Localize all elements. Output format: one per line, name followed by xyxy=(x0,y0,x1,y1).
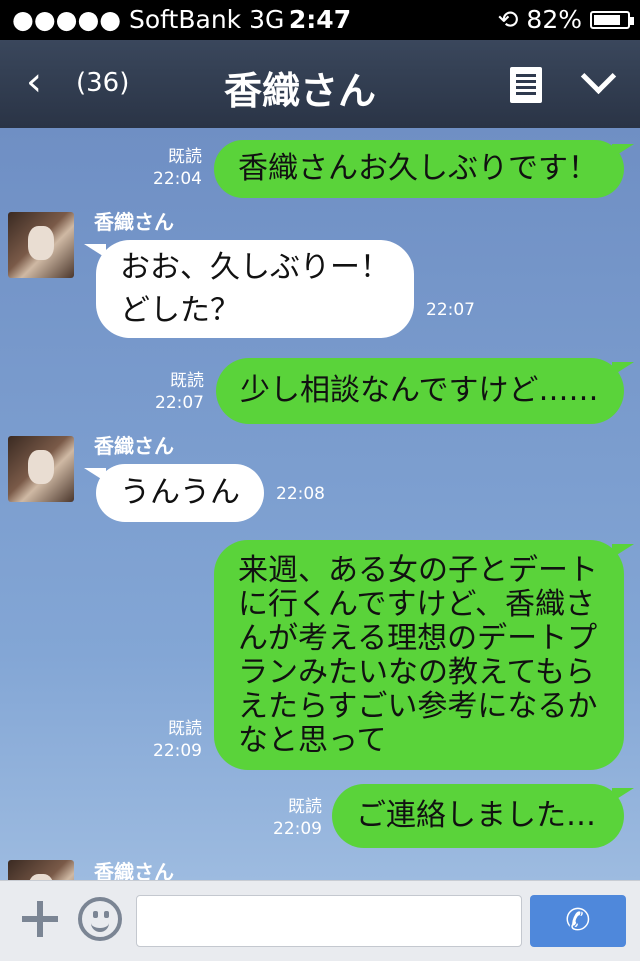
message-bubble-sent[interactable]: 少し相談なんですけど…… xyxy=(216,358,624,424)
notes-menu-button[interactable] xyxy=(510,67,542,103)
bubble-tail xyxy=(612,144,634,158)
message-bubble-received[interactable]: おお、久しぶりー！ どした？ xyxy=(96,240,414,338)
message-bubble-sent[interactable]: 来週、ある女の子とデート に行くんですけど、香織さ んが考える理想のデートプ ラ… xyxy=(214,540,624,770)
read-receipt: 既読 22:09 xyxy=(273,797,322,839)
bubble-tail xyxy=(612,544,634,558)
rotation-lock-icon: ⟲ xyxy=(497,5,519,34)
avatar[interactable] xyxy=(8,860,74,880)
message-time: 22:07 xyxy=(426,300,475,320)
message-input-bar: ✆ xyxy=(0,880,640,961)
message-input[interactable] xyxy=(136,895,522,947)
bubble-tail xyxy=(612,362,634,376)
message-bubble-received[interactable]: うんうん xyxy=(96,464,264,522)
chat-header: ‹ (36) 香織さん xyxy=(0,40,640,128)
smiley-icon[interactable] xyxy=(78,897,122,941)
read-receipt: 既読 22:09 xyxy=(153,719,202,761)
status-right: ⟲ 82% xyxy=(497,0,634,40)
read-receipt: 既読 22:07 xyxy=(155,371,204,413)
status-bar: ●●●●● SoftBank 3G 2:47 ⟲ 82% xyxy=(0,0,640,40)
message-time: 22:08 xyxy=(276,484,325,504)
read-receipt: 既読 22:04 xyxy=(153,147,202,189)
battery-percent: 82% xyxy=(526,5,582,34)
phone-icon: ✆ xyxy=(565,903,591,938)
plus-icon[interactable] xyxy=(20,899,60,939)
chat-area[interactable]: 既読 22:04 香織さんお久しぶりです！ 香織さん おお、久しぶりー！ どした？ … xyxy=(0,128,640,880)
call-button[interactable]: ✆ xyxy=(530,895,626,947)
sender-name: 香織さん xyxy=(94,210,174,234)
message-bubble-sent[interactable]: ご連絡しました… xyxy=(332,784,624,848)
chevron-down-icon[interactable] xyxy=(578,62,618,102)
message-bubble-sent[interactable]: 香織さんお久しぶりです！ xyxy=(214,140,624,198)
battery-icon xyxy=(590,11,634,29)
avatar[interactable] xyxy=(8,212,74,278)
battery-fill xyxy=(594,15,620,25)
sender-name: 香織さん xyxy=(94,434,174,458)
sender-name: 香織さん xyxy=(94,860,174,880)
avatar[interactable] xyxy=(8,436,74,502)
bubble-tail xyxy=(612,788,634,802)
